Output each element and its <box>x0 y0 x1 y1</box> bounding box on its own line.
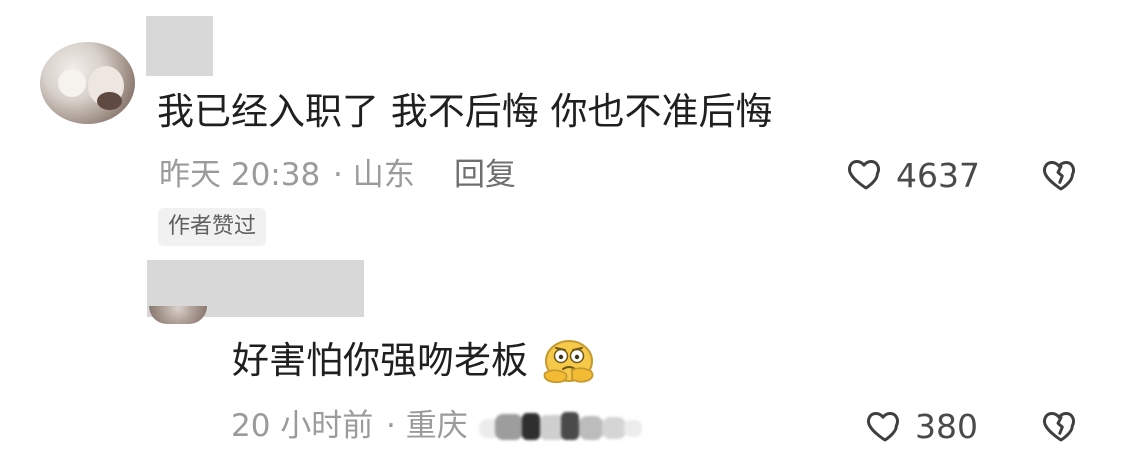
heart-outline-icon <box>848 159 880 190</box>
thinking-face-icon <box>538 339 600 385</box>
comment-text: 我已经入职了 我不后悔 你也不准后悔 <box>157 90 773 133</box>
heart-outline-icon <box>867 411 899 442</box>
comment-time: 20 小时前 <box>231 408 374 444</box>
like-button[interactable] <box>846 153 886 193</box>
comment-text: 好害怕你强吻老板 <box>232 339 528 382</box>
avatar[interactable] <box>40 42 135 124</box>
comment-location: · 重庆 <box>386 408 468 444</box>
dislike-button[interactable] <box>1041 154 1081 194</box>
like-button[interactable] <box>865 405 905 445</box>
avatar[interactable] <box>149 306 207 324</box>
author-liked-badge: 作者赞过 <box>158 208 267 246</box>
username-redaction <box>146 16 213 76</box>
like-count: 380 <box>915 407 978 446</box>
comment-time: 昨天 20:38 <box>159 157 321 193</box>
comment-location: · 山东 <box>333 157 415 193</box>
broken-heart-icon <box>1043 411 1075 442</box>
reply-button[interactable]: 回复 <box>454 160 516 191</box>
like-count: 4637 <box>896 156 980 195</box>
blurred-content <box>479 409 643 447</box>
dislike-button[interactable] <box>1041 405 1081 445</box>
broken-heart-icon <box>1043 160 1075 191</box>
